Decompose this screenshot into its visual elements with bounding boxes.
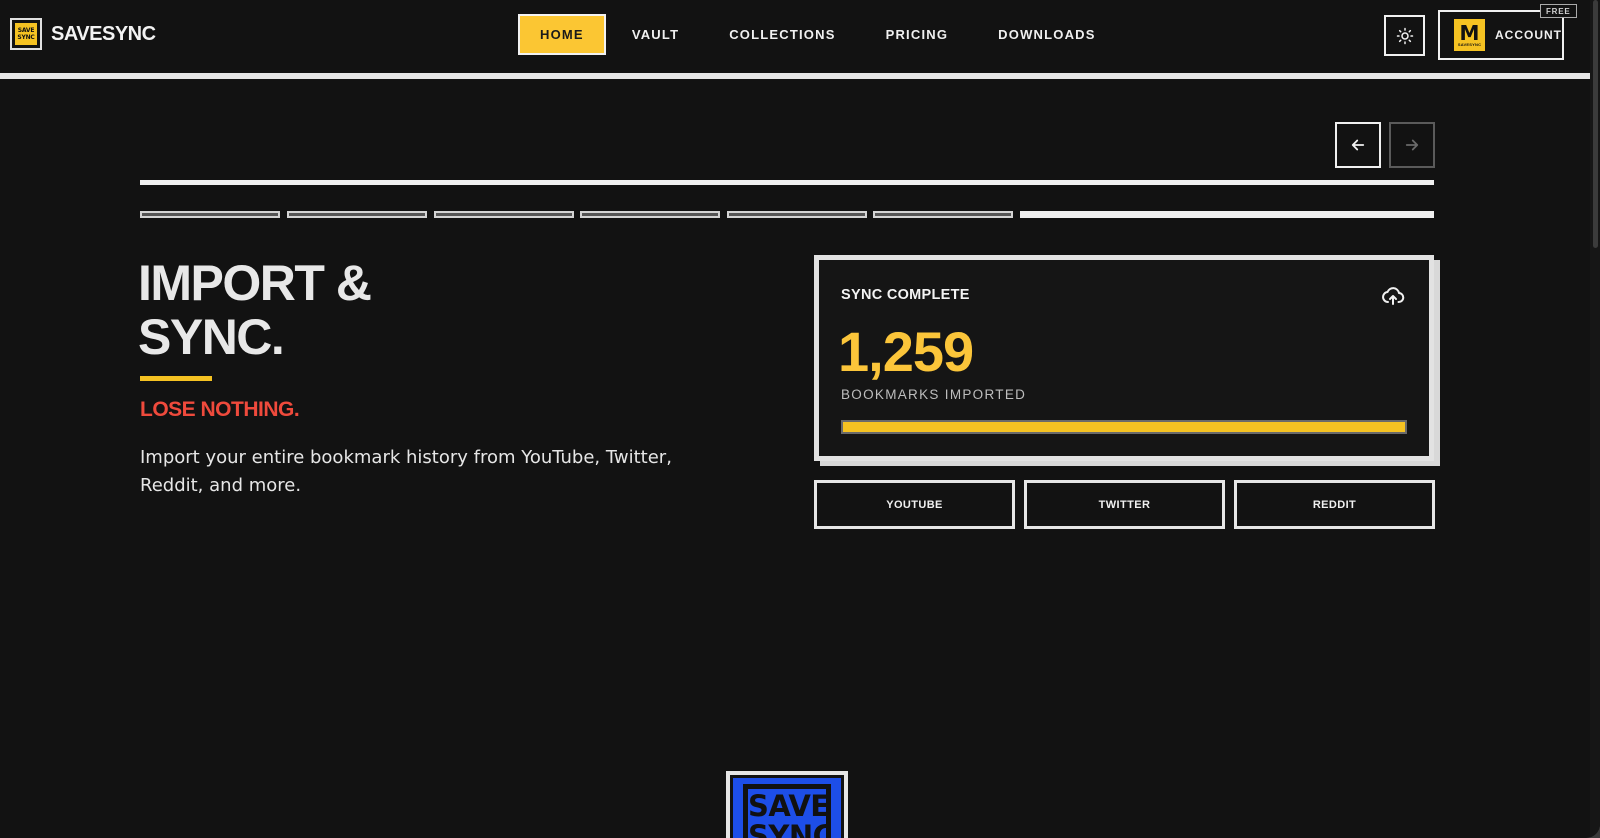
brand-logo-text-2: SYNC [17,34,35,41]
footer-logo-text-2: SYNC [748,819,831,838]
nav-collections[interactable]: COLLECTIONS [705,14,859,55]
app-window: SAVE SYNC SAVESYNC HOME VAULT COLLECTION… [0,0,1600,838]
slide-indicator-4[interactable] [580,211,720,218]
brand-name: SAVESYNC [51,22,156,45]
source-twitter-button[interactable]: TWITTER [1024,480,1225,529]
main-nav: HOME VAULT COLLECTIONS PRICING DOWNLOADS [518,14,1122,55]
source-reddit-button[interactable]: REDDIT [1234,480,1435,529]
hero-tagline: LOSE NOTHING. [140,398,300,421]
slide-indicator-1[interactable] [140,211,280,218]
top-navbar: SAVE SYNC SAVESYNC HOME VAULT COLLECTION… [0,0,1590,72]
brand-logo-text-1: SAVE [17,27,35,34]
theme-toggle-button[interactable] [1384,15,1425,56]
hero-description: Import your entire bookmark history from… [140,447,672,496]
footer-logo-text-1: SAVE [748,789,830,823]
slide-indicator-2[interactable] [287,211,427,218]
hero-title: IMPORT & SYNC. [138,255,372,365]
cloud-upload-icon [1382,287,1405,305]
sync-card-subtitle: BOOKMARKS IMPORTED [841,387,1027,402]
slide-indicator-7[interactable] [1020,211,1434,218]
sync-progress-fill [843,422,1405,432]
prev-slide-button[interactable] [1335,122,1381,168]
arrow-right-icon [1405,139,1419,151]
sync-status-card: SYNC COMPLETE 1,259 BOOKMARKS IMPORTED [814,255,1434,461]
slide-progress [140,211,1434,219]
brand-logo-icon: SAVE SYNC [10,18,42,50]
account-label: ACCOUNT [1495,28,1562,42]
nav-vault[interactable]: VAULT [608,14,703,55]
footer-logo[interactable]: SAVE SYNC [726,771,848,838]
sun-icon [1396,27,1413,44]
avatar-letter: M [1459,20,1480,45]
section-divider [140,180,1434,185]
sync-progress-bar [841,420,1407,434]
arrow-left-icon [1351,139,1365,151]
nav-downloads[interactable]: DOWNLOADS [974,14,1119,55]
hero-underline [140,376,212,381]
source-youtube-button[interactable]: YOUTUBE [814,480,1015,529]
sync-card-title: SYNC COMPLETE [841,287,970,303]
header-divider [0,73,1590,79]
slide-indicator-6[interactable] [873,211,1013,218]
scrollbar-thumb[interactable] [1593,0,1598,248]
account-avatar: M SAVESYNC [1454,19,1485,51]
next-slide-button[interactable] [1389,122,1435,168]
avatar-sub: SAVESYNC [1457,41,1482,47]
slide-indicator-3[interactable] [434,211,574,218]
plan-badge: FREE [1540,4,1577,18]
brand-home-link[interactable]: SAVE SYNC SAVESYNC [10,18,156,50]
bookmark-count: 1,259 [838,320,974,383]
slide-indicator-5[interactable] [727,211,867,218]
nav-pricing[interactable]: PRICING [862,14,973,55]
nav-home[interactable]: HOME [518,14,606,55]
